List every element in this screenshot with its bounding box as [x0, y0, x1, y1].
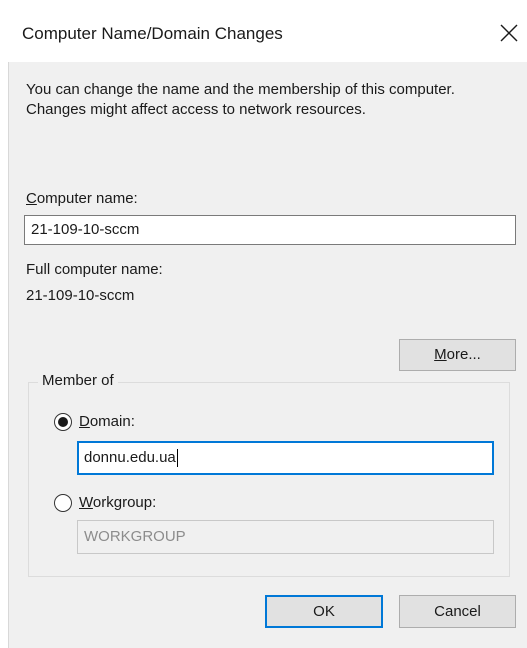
computer-name-label: Computer name:	[26, 190, 138, 207]
workgroup-value: WORKGROUP	[84, 528, 186, 545]
domain-label-text: omain:	[89, 413, 135, 430]
domain-radio[interactable]	[54, 413, 72, 431]
workgroup-label-text: orkgroup:	[92, 494, 157, 511]
close-button[interactable]	[492, 16, 526, 50]
description-text: You can change the name and the membersh…	[26, 81, 455, 118]
computer-name-label-accel: C	[26, 190, 37, 207]
dialog-title: Computer Name/Domain Changes	[22, 24, 283, 43]
domain-label-accel: D	[79, 413, 90, 430]
computer-name-dialog: Computer Name/Domain Changes You can cha…	[0, 0, 527, 648]
workgroup-input: WORKGROUP	[77, 520, 494, 554]
full-computer-name-value: 21-109-10-sccm	[26, 287, 135, 304]
more-button-accel: M	[434, 346, 447, 363]
workgroup-label[interactable]: Workgroup:	[79, 494, 156, 511]
computer-name-label-text: omputer name:	[36, 190, 138, 207]
cancel-button[interactable]: Cancel	[399, 595, 516, 628]
workgroup-label-accel: W	[79, 494, 93, 511]
ok-button[interactable]: OK	[265, 595, 383, 628]
domain-value: donnu.edu.ua	[84, 449, 176, 466]
computer-name-input[interactable]: 21-109-10-sccm	[24, 215, 516, 245]
domain-label[interactable]: Domain:	[79, 413, 135, 430]
full-computer-name-label: Full computer name:	[26, 261, 163, 278]
workgroup-radio[interactable]	[54, 494, 72, 512]
more-button-label: ore...	[446, 346, 481, 363]
close-icon	[500, 24, 518, 42]
text-caret	[176, 449, 178, 468]
domain-input[interactable]: donnu.edu.ua	[77, 441, 494, 475]
more-button[interactable]: More...	[399, 339, 516, 371]
radio-selected-dot	[58, 417, 68, 427]
member-of-legend: Member of	[38, 372, 118, 389]
title-bar: Computer Name/Domain Changes	[0, 0, 527, 62]
computer-name-value: 21-109-10-sccm	[31, 221, 140, 238]
